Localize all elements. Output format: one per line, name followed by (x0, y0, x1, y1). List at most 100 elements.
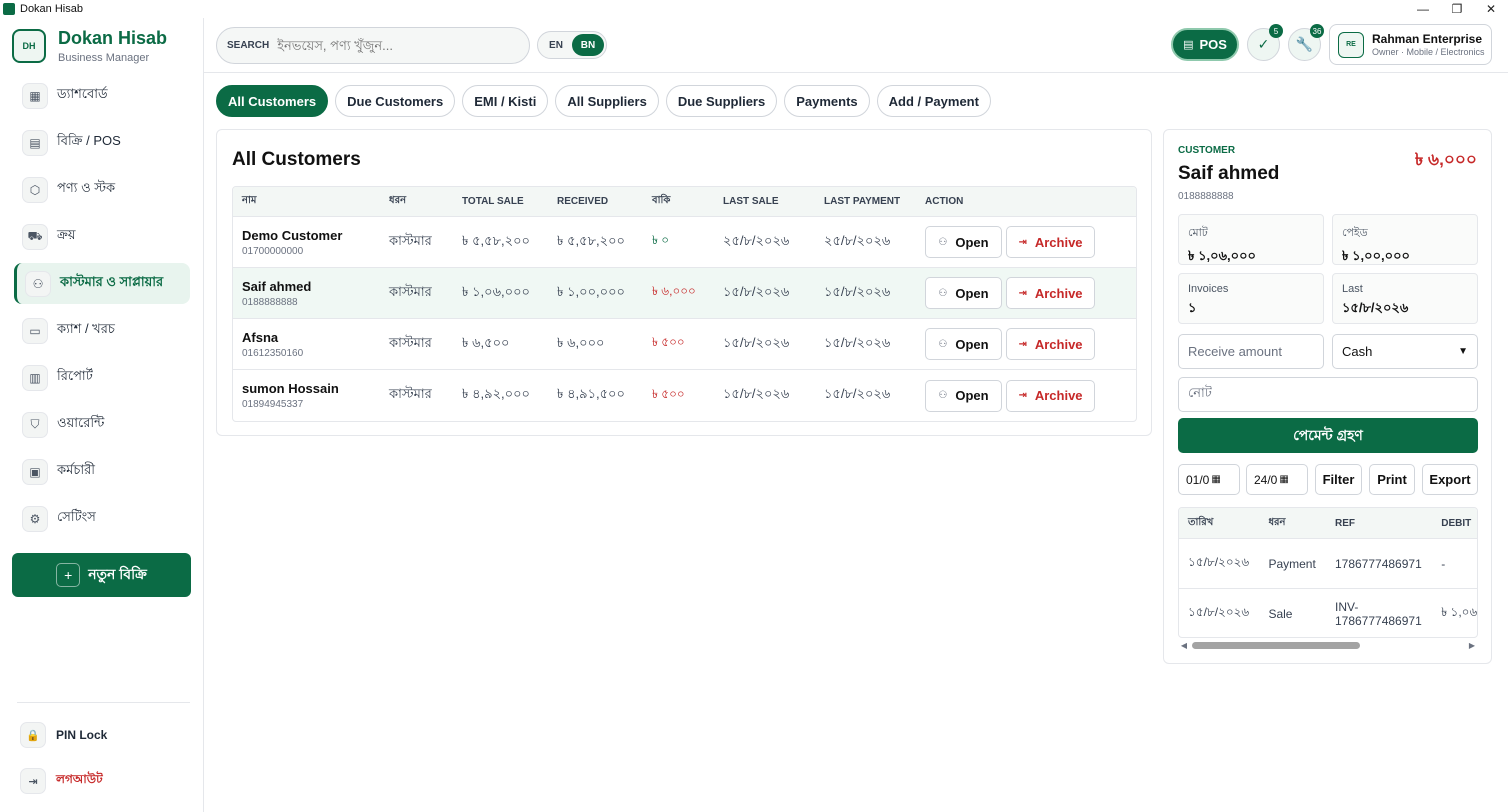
pos-button[interactable]: ▤ POS (1171, 28, 1239, 61)
ledger-column-header: তারিখ (1188, 516, 1214, 528)
sidebar-item[interactable]: ⛉ ওয়ারেন্টি (14, 404, 190, 445)
receive-amount-input[interactable]: Receive amount (1178, 334, 1324, 369)
column-header: LAST SALE (723, 196, 779, 207)
ledger-body: ১৫/৮/২০২৬ Payment 1786777486971 - ১৫/৮/২০২৬ S… (1179, 539, 1477, 637)
archive-icon: ⇥ (1018, 236, 1027, 248)
table-row[interactable]: Afsna 01612350160 কাস্টমার ৳ ৬,৫০০ ৳ ৬,০০০ ৳ … (233, 319, 1136, 370)
search-input[interactable] (277, 38, 518, 53)
brand-subtitle: Business Manager (58, 52, 150, 64)
sidebar-item[interactable]: ▣ কর্মচারী (14, 451, 190, 492)
sidebar-item[interactable]: ▥ রিপোর্ট (14, 357, 190, 398)
sidebar-item[interactable]: ▦ ড্যাশবোর্ড (14, 75, 190, 116)
receive-payment-button[interactable]: পেমেন্ট গ্রহণ (1178, 418, 1478, 453)
table-row[interactable]: Saif ahmed 0188888888 কাস্টমার ৳ ১,০৬,০০০ ৳ … (233, 268, 1136, 319)
open-button[interactable]: ⚇ Open (925, 277, 1002, 309)
last-sale-date: ১৫/৮/২০২৬ (723, 334, 790, 350)
lang-en-option[interactable]: EN (540, 34, 572, 56)
profile-name: Rahman Enterprise (1372, 32, 1483, 46)
sidebar-item[interactable]: ⚇ কাস্টমার ও সাপ্লায়ার (14, 263, 190, 304)
archive-button[interactable]: ⇥ Archive (1006, 379, 1095, 412)
profile-card[interactable]: RE Rahman Enterprise Owner · Mobile / El… (1329, 24, 1492, 65)
detail-customer-name: Saif ahmed (1178, 163, 1280, 184)
search-box[interactable]: SEARCH (216, 27, 530, 64)
tab-payments[interactable]: Payments (784, 85, 870, 117)
ledger-row[interactable]: ১৫/৮/২০২৬ Sale INV-1786777486971 ৳ ১,০৬ (1179, 589, 1477, 637)
sidebar-item[interactable]: ▤ বিক্রি / POS (14, 122, 190, 163)
payment-method-select[interactable]: Cash ▼ (1332, 334, 1478, 369)
customer-name: sumon Hossain (242, 381, 339, 396)
ledger-date: ১৫/৮/২০২৬ (1188, 604, 1250, 619)
language-toggle[interactable]: EN BN (537, 31, 607, 59)
logout-button[interactable]: ⇥ লগআউট (20, 766, 190, 796)
table-header: নাম ধরন TOTAL SALE RECEIVED বাকি LAST SALE LAS… (233, 187, 1136, 217)
ledger-row[interactable]: ১৫/৮/২০২৬ Payment 1786777486971 - (1179, 539, 1477, 589)
scroll-right-arrow[interactable]: ▶ (1466, 641, 1478, 650)
ledger-scrollbar[interactable]: ◀ ▶ (1178, 639, 1478, 651)
open-button[interactable]: ⚇ Open (925, 328, 1002, 360)
received-amount: ৳ ৫,৫৮,২০০ (557, 232, 625, 248)
panel-title: All Customers (232, 149, 361, 170)
ledger-ref: INV-1786777486971 (1334, 599, 1422, 628)
warranty-badge: 5 (1269, 24, 1283, 38)
tab-all-suppliers[interactable]: All Suppliers (555, 85, 659, 117)
tab-due-customers[interactable]: Due Customers (335, 85, 456, 117)
open-button[interactable]: ⚇ Open (925, 226, 1002, 258)
archive-label: Archive (1034, 388, 1083, 403)
last-payment-date: ১৫/৮/২০২৬ (824, 283, 891, 299)
new-sale-label: নতুন বিক্রি (88, 566, 147, 582)
lang-bn-option[interactable]: BN (572, 34, 604, 56)
table-row[interactable]: sumon Hossain 01894945337 কাস্টমার ৳ ৪,৯২,০… (233, 370, 1136, 421)
sidebar-item-label: ক্যাশ / খরচ (57, 321, 115, 336)
action-cell: ⚇ Open ⇥ Archive (925, 328, 1136, 360)
tab-due-suppliers[interactable]: Due Suppliers (665, 85, 778, 117)
archive-label: Archive (1034, 336, 1083, 352)
stat-total-label: মোট (1188, 227, 1208, 239)
pin-lock-button[interactable]: 🔒 PIN Lock (20, 720, 190, 750)
warranty-check-button[interactable]: ✓ 5 (1247, 24, 1283, 61)
profile-subtitle: Owner · Mobile / Electronics (1372, 47, 1485, 57)
tools-button[interactable]: 🔧 36 (1288, 24, 1324, 61)
archive-icon: ⇥ (1018, 287, 1027, 299)
ledger-column-header: ধরন (1268, 516, 1286, 528)
last-sale-date: ১৫/৮/২০২৬ (723, 283, 790, 299)
bar-chart-icon: ▥ (22, 364, 48, 391)
print-button[interactable]: Print (1369, 464, 1415, 495)
stat-last-value: ১৫/৮/২০২৬ (1342, 300, 1409, 315)
minimize-button[interactable]: — (1406, 0, 1440, 18)
sidebar-item[interactable]: ▭ ক্যাশ / খরচ (14, 310, 190, 351)
customer-type: কাস্টমার (389, 283, 432, 299)
customer-name: Saif ahmed (242, 278, 312, 294)
export-button[interactable]: Export (1422, 464, 1478, 495)
archive-button[interactable]: ⇥ Archive (1006, 226, 1095, 258)
sidebar-item[interactable]: ⛟ ক্রয় (14, 216, 190, 257)
sidebar-item-label: ওয়ারেন্টি (57, 415, 105, 430)
brand-title: Dokan Hisab (58, 28, 168, 48)
due-amount: ৳ ৬,০০০ (652, 284, 696, 298)
sidebar-item[interactable]: ⚙ সেটিংস (14, 498, 190, 539)
maximize-button[interactable]: ❐ (1440, 0, 1474, 18)
sidebar-item-label: রিপোর্ট (57, 368, 93, 383)
tab-add-payment[interactable]: Add / Payment (876, 85, 991, 117)
date-to-input[interactable]: 24/0 ▦ (1246, 464, 1308, 495)
date-from-input[interactable]: 01/0 ▦ (1178, 464, 1240, 495)
customer-cell: sumon Hossain 01894945337 (233, 381, 389, 410)
sidebar-item[interactable]: ⬡ পণ্য ও স্টক (14, 169, 190, 210)
open-button[interactable]: ⚇ Open (925, 379, 1002, 412)
tab-emi-kisti[interactable]: EMI / Kisti (462, 85, 549, 117)
customer-type: কাস্টমার (389, 386, 432, 401)
archive-button[interactable]: ⇥ Archive (1006, 328, 1095, 360)
filter-button[interactable]: Filter (1315, 464, 1362, 495)
window-titlebar: Dokan Hisab — ❐ ✕ (0, 0, 1508, 18)
users-icon: ⚇ (938, 338, 948, 350)
scroll-thumb[interactable] (1192, 641, 1360, 649)
close-button[interactable]: ✕ (1474, 0, 1508, 18)
sidebar-item-label: ক্রয় (57, 227, 76, 242)
archive-button[interactable]: ⇥ Archive (1006, 277, 1095, 309)
note-input[interactable]: নোট (1178, 377, 1478, 412)
scroll-track[interactable] (1190, 641, 1466, 649)
box-icon: ⬡ (22, 176, 48, 203)
scroll-left-arrow[interactable]: ◀ (1178, 641, 1190, 650)
table-row[interactable]: Demo Customer 01700000000 কাস্টমার ৳ ৫,৫৮,২… (233, 217, 1136, 268)
new-sale-button[interactable]: + নতুন বিক্রি (12, 553, 191, 597)
tab-all-customers[interactable]: All Customers (216, 85, 329, 117)
